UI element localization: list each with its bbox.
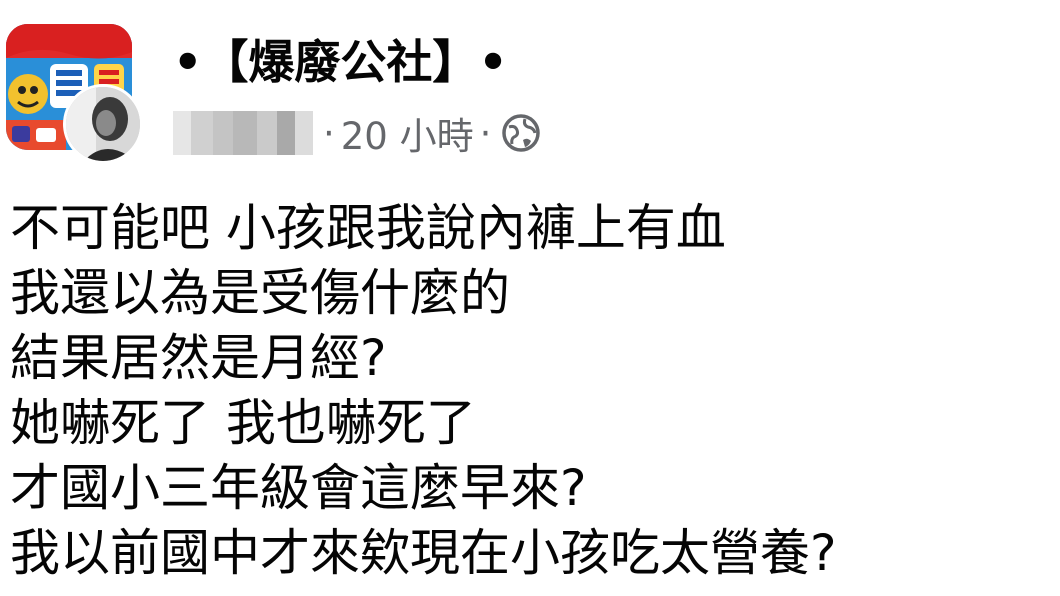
post-line: 結果居然是月經? [10,329,387,387]
user-avatar[interactable] [63,84,143,164]
post-line: 不可能吧 小孩跟我說內褲上有血 [10,199,726,257]
meta-separator: · [323,111,335,155]
post-timestamp[interactable]: 20 小時 [341,106,474,160]
post-meta: · 20 小時 · [173,108,541,158]
post-line: 我以前國中才來欸現在小孩吃太營養? [10,524,837,582]
meta-separator: · [479,111,492,155]
avatar-stack[interactable] [6,24,146,164]
public-globe-icon[interactable] [501,113,541,153]
group-name-link[interactable]: •【爆廢公社】• [173,32,508,92]
author-name-blurred[interactable] [173,111,313,155]
post-line: 她嚇死了 我也嚇死了 [10,394,476,452]
post-line: 才國小三年級會這麼早來? [10,459,587,517]
post-body: 不可能吧 小孩跟我說內褲上有血 我還以為是受傷什麼的 結果居然是月經? 她嚇死了… [10,196,1050,586]
facebook-post: •【爆廢公社】• · 20 小時 · 不可能吧 小孩跟我說內褲上有血 我還以為是… [0,0,1060,596]
user-avatar-photo-icon [66,87,140,161]
post-line: 我還以為是受傷什麼的 [10,264,510,322]
